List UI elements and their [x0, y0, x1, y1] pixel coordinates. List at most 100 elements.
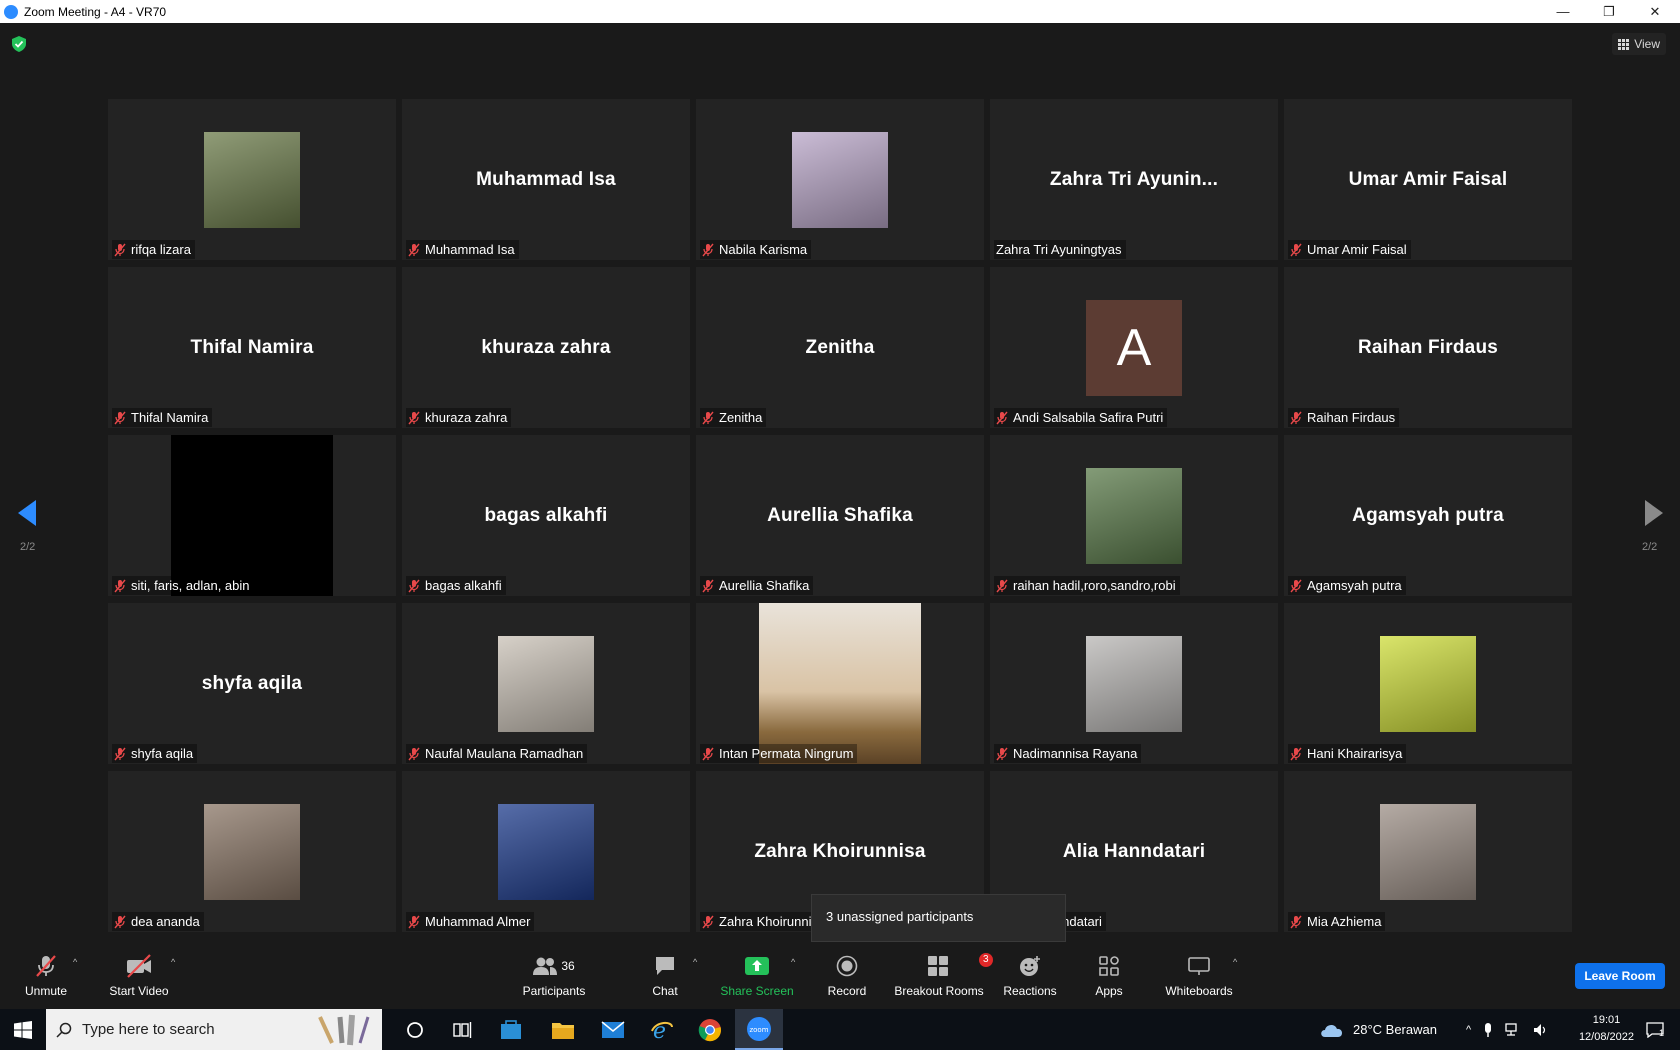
- microphone-tray-icon[interactable]: [1483, 1022, 1493, 1038]
- start-button[interactable]: [0, 1009, 46, 1050]
- participant-tile[interactable]: Muhammad Almer: [402, 771, 690, 932]
- breakout-rooms-icon: [928, 956, 948, 976]
- participant-tile[interactable]: dea ananda: [108, 771, 396, 932]
- network-icon[interactable]: [1505, 1022, 1521, 1037]
- cloud-weather-icon: [1321, 1024, 1343, 1037]
- participant-display-name: Zenitha: [805, 336, 875, 358]
- whiteboards-options-caret-icon[interactable]: ^: [1233, 957, 1237, 967]
- participant-name-text: siti, faris, adlan, abin: [131, 578, 250, 593]
- breakout-rooms-button[interactable]: 3 Breakout Rooms: [894, 951, 993, 1005]
- show-hidden-icons-chevron-icon[interactable]: ^: [1466, 1024, 1471, 1036]
- share-screen-button[interactable]: Share Screen: [720, 951, 794, 1005]
- participant-tile[interactable]: Nadimannisa Rayana: [990, 603, 1278, 764]
- participant-name-text: Hani Khairarisya: [1307, 746, 1403, 761]
- microphone-muted-icon: [36, 955, 56, 977]
- close-button[interactable]: ✕: [1632, 0, 1678, 23]
- participant-name-label: Muhammad Almer: [406, 912, 535, 931]
- participant-name-label: Aurellia Shafika: [700, 576, 814, 595]
- next-page-arrow-icon[interactable]: [1643, 500, 1663, 526]
- participant-tile[interactable]: Nabila Karisma: [696, 99, 984, 260]
- maximize-button[interactable]: ❐: [1586, 0, 1632, 23]
- participant-tile[interactable]: Naufal Maulana Ramadhan: [402, 603, 690, 764]
- taskbar-app-mail[interactable]: [589, 1009, 637, 1050]
- participant-display-name: Zahra Tri Ayunin...: [1049, 168, 1219, 190]
- participant-tile[interactable]: khuraza zahra khuraza zahra: [402, 267, 690, 428]
- participant-tile[interactable]: Mia Azhiema: [1284, 771, 1572, 932]
- participant-tile[interactable]: Agamsyah putra Agamsyah putra: [1284, 435, 1572, 596]
- participant-name-label: Intan Permata Ningrum: [700, 744, 858, 763]
- video-options-caret-icon[interactable]: ^: [171, 957, 175, 967]
- participant-tile[interactable]: Umar Amir Faisal Umar Amir Faisal: [1284, 99, 1572, 260]
- participant-name-text: bagas alkahfi: [425, 578, 502, 593]
- whiteboards-button[interactable]: Whiteboards: [1165, 951, 1233, 1005]
- participant-profile-photo: [204, 132, 300, 228]
- taskbar-app-ie[interactable]: e: [638, 1009, 686, 1050]
- participant-name-text: Agamsyah putra: [1307, 578, 1402, 593]
- leave-room-button[interactable]: Leave Room: [1575, 963, 1665, 989]
- participant-name-label: Mia Azhiema: [1288, 912, 1386, 931]
- participants-button[interactable]: 36 Participants: [521, 951, 587, 1005]
- participant-tile[interactable]: A Andi Salsabila Safira Putri: [990, 267, 1278, 428]
- unmute-label: Unmute: [24, 984, 68, 998]
- participant-name-label: shyfa aqila: [112, 744, 198, 763]
- participant-tile[interactable]: raihan hadil,roro,sandro,robi: [990, 435, 1278, 596]
- breakout-rooms-badge: 3: [979, 953, 993, 967]
- participant-tile[interactable]: shyfa aqila shyfa aqila: [108, 603, 396, 764]
- microphone-muted-icon: [1290, 411, 1302, 424]
- participant-tile[interactable]: rifqa lizara: [108, 99, 396, 260]
- participant-tile[interactable]: Zahra Tri Ayunin... Zahra Tri Ayuningtyas: [990, 99, 1278, 260]
- participant-name-text: Naufal Maulana Ramadhan: [425, 746, 584, 761]
- store-app-icon: [501, 1019, 521, 1039]
- participant-profile-photo: [1086, 636, 1182, 732]
- participant-name-text: dea ananda: [131, 914, 200, 929]
- participant-tile[interactable]: siti, faris, adlan, abin: [108, 435, 396, 596]
- taskbar-clock[interactable]: 19:01 12/08/2022: [1579, 1012, 1634, 1046]
- taskbar-app-chrome[interactable]: [686, 1009, 734, 1050]
- notification-center-button[interactable]: 1: [1637, 1009, 1673, 1050]
- cortana-button[interactable]: [391, 1009, 439, 1050]
- participant-name-text: khuraza zahra: [425, 410, 508, 425]
- unmute-button[interactable]: Unmute: [22, 951, 70, 1005]
- participant-display-name: shyfa aqila: [201, 672, 303, 694]
- view-button[interactable]: View: [1612, 33, 1666, 55]
- microphone-muted-icon: [1290, 579, 1302, 592]
- participant-tile[interactable]: Intan Permata Ningrum: [696, 603, 984, 764]
- taskbar-app-explorer[interactable]: [539, 1009, 587, 1050]
- chrome-icon: [698, 1018, 721, 1041]
- participant-tile[interactable]: Thifal Namira Thifal Namira: [108, 267, 396, 428]
- chat-button[interactable]: Chat: [650, 951, 680, 1005]
- participant-tile[interactable]: Hani Khairarisya: [1284, 603, 1572, 764]
- microphone-muted-icon: [702, 579, 714, 592]
- meeting-toolbar: Unmute ^ Start Video ^ 36 Participants C…: [0, 945, 1680, 1009]
- taskbar-search-box[interactable]: Type here to search: [46, 1009, 382, 1050]
- task-view-button[interactable]: [439, 1009, 487, 1050]
- participant-tile[interactable]: Muhammad Isa Muhammad Isa: [402, 99, 690, 260]
- share-options-caret-icon[interactable]: ^: [791, 957, 795, 967]
- participant-name-text: Mia Azhiema: [1307, 914, 1382, 929]
- weather-text: 28°C Berawan: [1353, 1022, 1437, 1037]
- weather-widget[interactable]: 28°C Berawan: [1319, 1009, 1437, 1050]
- taskbar-app-calendar[interactable]: [487, 1009, 535, 1050]
- participant-name-label: raihan hadil,roro,sandro,robi: [994, 576, 1180, 595]
- participant-tile[interactable]: Raihan Firdaus Raihan Firdaus: [1284, 267, 1572, 428]
- page-indicator-left: 2/2: [20, 541, 36, 553]
- chat-options-caret-icon[interactable]: ^: [693, 957, 697, 967]
- previous-page-arrow-icon[interactable]: [18, 500, 38, 526]
- apps-button[interactable]: Apps: [1095, 951, 1123, 1005]
- microphone-muted-icon: [996, 579, 1008, 592]
- encryption-shield-icon[interactable]: [12, 36, 26, 52]
- taskbar-app-zoom[interactable]: zoom: [735, 1009, 783, 1050]
- audio-options-caret-icon[interactable]: ^: [73, 957, 77, 967]
- participant-name-label: Andi Salsabila Safira Putri: [994, 408, 1168, 427]
- participant-video-feed: [171, 435, 333, 596]
- start-video-button[interactable]: Start Video: [108, 951, 170, 1005]
- reactions-button[interactable]: Reactions: [1003, 951, 1057, 1005]
- participant-tile[interactable]: bagas alkahfi bagas alkahfi: [402, 435, 690, 596]
- volume-icon[interactable]: [1533, 1023, 1549, 1037]
- participant-tile[interactable]: Zenitha Zenitha: [696, 267, 984, 428]
- participant-profile-photo: [1380, 804, 1476, 900]
- record-button[interactable]: Record: [826, 951, 868, 1005]
- participant-name-text: Umar Amir Faisal: [1307, 242, 1407, 257]
- participant-tile[interactable]: Aurellia Shafika Aurellia Shafika: [696, 435, 984, 596]
- minimize-button[interactable]: —: [1540, 0, 1586, 23]
